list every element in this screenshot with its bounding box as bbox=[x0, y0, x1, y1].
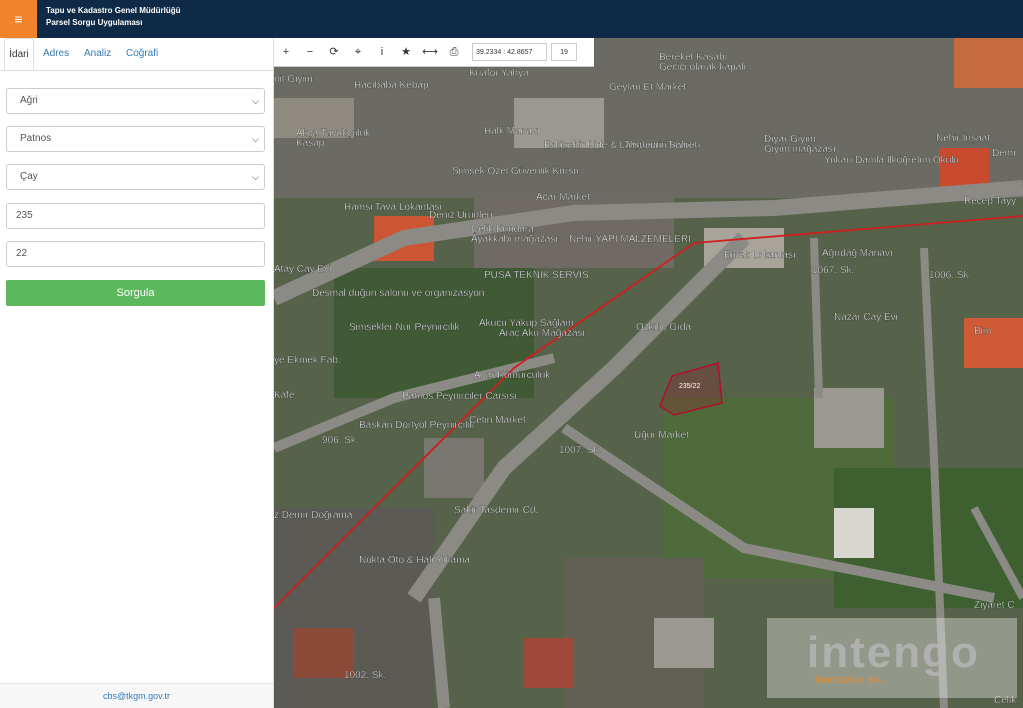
print-icon[interactable]: ⎙ bbox=[442, 38, 466, 66]
map-place-label[interactable]: Kuafor Yahya bbox=[469, 68, 529, 79]
map-place-label[interactable]: Geçici olarak kapalı bbox=[659, 62, 747, 73]
tab-idari[interactable]: İdari bbox=[4, 38, 34, 70]
zoom-level: 19 bbox=[551, 43, 577, 61]
app-title: Tapu ve Kadastro Genel Müdürlüğü Parsel … bbox=[46, 5, 181, 29]
tab-bar: İdari Adres Analiz Coğrafi bbox=[0, 38, 273, 71]
chevron-down-icon: ⌵ bbox=[252, 96, 259, 106]
map-place-label[interactable]: Atay Çay Evi bbox=[274, 264, 331, 275]
tab-cografi[interactable]: Coğrafi bbox=[126, 38, 158, 70]
menu-button[interactable]: ≡ bbox=[0, 0, 37, 38]
hamburger-icon: ≡ bbox=[14, 11, 23, 27]
map-place-label[interactable]: Patnos Peynirciler Çarşısı bbox=[402, 391, 517, 402]
tab-adres[interactable]: Adres bbox=[43, 38, 69, 70]
map-place-label[interactable]: z Demir Doğrama bbox=[274, 510, 353, 521]
map-place-label[interactable]: Kasap bbox=[296, 138, 325, 149]
map-place-label[interactable]: Deniz Ürünleri bbox=[429, 209, 493, 221]
zoom-out-icon[interactable]: − bbox=[298, 38, 322, 66]
map-place-label[interactable]: Emek Lokantası bbox=[724, 250, 796, 261]
watermark-subtitle: innovative so... bbox=[815, 674, 889, 686]
sidebar: İdari Adres Analiz Coğrafi Ağri ⌵ Patnos ⌵… bbox=[0, 38, 274, 708]
map-place-label[interactable]: Hamsi Tava Lokantası bbox=[344, 202, 442, 213]
map-place-label[interactable]: Recep Tayy bbox=[964, 196, 1016, 207]
map-place-label[interactable]: Nehir YAPI MALZEMELERİ bbox=[569, 232, 691, 245]
map-place-label[interactable]: Nazar Çay Evi bbox=[834, 312, 898, 323]
il-select[interactable]: Ağri ⌵ bbox=[6, 88, 265, 114]
refresh-icon[interactable]: ⟳ bbox=[322, 38, 346, 66]
map-place-label[interactable]: Şimşekler Nur Peynircilik bbox=[349, 322, 461, 333]
info-icon[interactable]: i bbox=[370, 38, 394, 66]
map-place-label[interactable]: Halk Manavı bbox=[484, 126, 540, 137]
map-place-label[interactable]: nit Giyim bbox=[274, 74, 313, 85]
ada-input[interactable]: 235 bbox=[6, 203, 265, 229]
satellite-map[interactable]: Kuafor YahyaBereket KasabıGeçici olarak … bbox=[274, 38, 1023, 708]
chevron-down-icon: ⌵ bbox=[252, 134, 259, 144]
star-icon[interactable]: ★ bbox=[394, 38, 418, 66]
footer-email-link[interactable]: cbs@tkgm.gov.tr bbox=[0, 683, 273, 708]
map-place-label[interactable]: Nokta Oto & Hali Yıkama bbox=[359, 555, 471, 566]
map-place-label[interactable]: Yukarı Damla İlköğretim Okulu bbox=[824, 153, 959, 166]
parsel-input[interactable]: 22 bbox=[6, 241, 265, 267]
parcel-label: 235/22 bbox=[679, 383, 701, 390]
map-place-label[interactable]: Çetin Market bbox=[469, 415, 526, 426]
map-place-label[interactable]: 1007. Sk. bbox=[559, 445, 602, 456]
map-place-label[interactable]: PUSA TEKNİK SERVİS bbox=[484, 268, 589, 281]
map-toolbar: + − ⟳ ⌖ i ★ ⟷ ⎙ 39.2334 : 42.8657 19 bbox=[274, 38, 594, 67]
map-place-label[interactable]: 1067. Sk. bbox=[812, 265, 855, 276]
measure-icon[interactable]: ⟷ bbox=[418, 38, 442, 66]
map-place-label[interactable]: Başkan Dörtyol Peynircilik bbox=[359, 420, 476, 431]
tab-analiz[interactable]: Analiz bbox=[84, 38, 111, 70]
watermark-title: intengo bbox=[807, 628, 980, 677]
map-place-label[interactable]: Geylan Et Market bbox=[609, 82, 687, 93]
map-place-label[interactable]: Ayakkabı mağazası bbox=[471, 234, 558, 245]
sorgula-button[interactable]: Sorgula bbox=[6, 280, 265, 306]
map-place-label[interactable]: Acar Market bbox=[536, 192, 590, 203]
map-place-label[interactable]: Ağrıdağ Manavı bbox=[822, 248, 893, 259]
locate-icon[interactable]: ⌖ bbox=[346, 38, 370, 66]
map-place-label[interactable]: Giyim mağazası bbox=[764, 144, 836, 155]
map-place-label[interactable]: Şakir Taşdemir Cd. bbox=[454, 505, 539, 516]
map-place-label[interactable]: Taşdemir Ticaret bbox=[624, 140, 698, 151]
map-view[interactable]: Kuafor Yahya Bereket Kasabı Geçici olarak … bbox=[274, 38, 1023, 708]
map-place-label[interactable]: 1002. Sk. bbox=[344, 670, 387, 681]
zoom-in-icon[interactable]: + bbox=[274, 38, 298, 66]
map-place-label[interactable]: ye Ekmek Fab. bbox=[274, 355, 341, 366]
map-place-label[interactable]: Araç Aku Mağazası bbox=[499, 328, 585, 339]
map-place-label[interactable]: 906. Sk. bbox=[322, 435, 359, 446]
map-place-label[interactable]: 1006. Sk. bbox=[929, 270, 972, 281]
ilce-select[interactable]: Patnos ⌵ bbox=[6, 126, 265, 152]
map-place-label[interactable]: Acar Kömürcülük bbox=[474, 370, 551, 381]
title-line-1: Tapu ve Kadastro Genel Müdürlüğü bbox=[46, 6, 181, 15]
map-place-label[interactable]: Şimşek Özel Güvenlik Kursu bbox=[452, 165, 579, 177]
map-place-label[interactable]: Demi bbox=[992, 148, 1016, 159]
map-place-label[interactable]: Özkılıç Gıda bbox=[636, 321, 692, 333]
mahalle-value: Çay bbox=[20, 171, 38, 182]
il-value: Ağri bbox=[20, 95, 38, 106]
map-place-label[interactable]: Bim bbox=[974, 326, 991, 337]
map-place-label[interactable]: Kafe bbox=[274, 390, 295, 401]
coordinate-readout: 39.2334 : 42.8657 bbox=[472, 43, 547, 61]
map-place-label[interactable]: Hacıbaba Kebap bbox=[354, 80, 429, 91]
title-line-2: Parsel Sorgu Uygulaması bbox=[46, 18, 143, 27]
map-place-label[interactable]: Ziyaret C bbox=[974, 600, 1015, 611]
parsel-value: 22 bbox=[16, 248, 28, 259]
map-place-label[interactable]: Uğur Market bbox=[634, 430, 689, 441]
mahalle-select[interactable]: Çay ⌵ bbox=[6, 164, 265, 190]
watermark: intengo innovative so... bbox=[767, 618, 1017, 698]
top-bar: ≡ Tapu ve Kadastro Genel Müdürlüğü Parse… bbox=[0, 0, 1023, 38]
ilce-value: Patnos bbox=[20, 133, 52, 144]
map-place-label[interactable]: Nehir İnşaat bbox=[936, 131, 990, 144]
map-place-label[interactable]: Desmal düğün salonu ve organizasyon bbox=[312, 288, 485, 299]
ada-value: 235 bbox=[16, 210, 33, 221]
chevron-down-icon: ⌵ bbox=[252, 172, 259, 182]
